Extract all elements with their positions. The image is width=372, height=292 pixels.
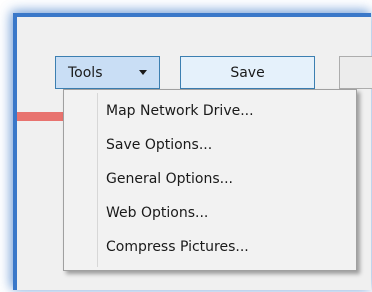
cancel-button[interactable] (339, 56, 372, 89)
menu-item-label: Map Network Drive... (106, 103, 254, 119)
menu-item-web-options[interactable]: Web Options... (106, 199, 346, 227)
save-button[interactable]: Save (180, 56, 315, 89)
menu-item-general-options[interactable]: General Options... (106, 165, 346, 193)
save-button-label: Save (230, 64, 265, 81)
menu-item-compress-pictures[interactable]: Compress Pictures... (106, 233, 346, 261)
menu-item-save-options[interactable]: Save Options... (106, 131, 346, 159)
menu-item-label: Web Options... (106, 205, 209, 221)
chevron-down-icon (139, 70, 147, 75)
menu-item-label: Save Options... (106, 137, 213, 153)
menu-item-map-network-drive[interactable]: Map Network Drive... (106, 97, 346, 125)
tools-dropdown-button[interactable]: Tools (55, 56, 160, 89)
menu-item-label: General Options... (106, 171, 233, 187)
menu-item-label: Compress Pictures... (106, 239, 249, 255)
tools-dropdown-menu: Map Network Drive... Save Options... Gen… (63, 89, 357, 271)
tools-button-label: Tools (68, 64, 103, 81)
menu-icon-gutter-divider (97, 93, 98, 267)
